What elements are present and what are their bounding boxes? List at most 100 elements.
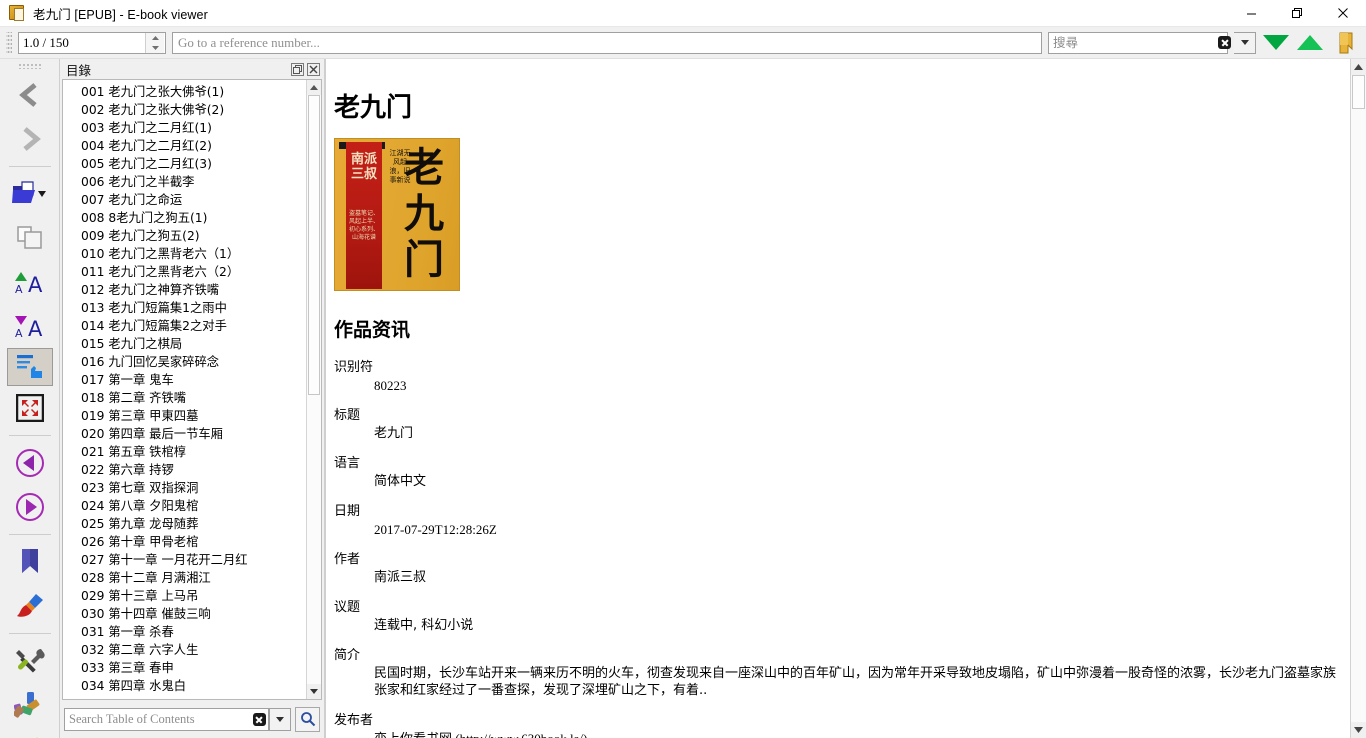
back-button[interactable] — [4, 73, 56, 117]
toc-item[interactable]: 021 第五章 铁棺椁 — [63, 443, 306, 461]
toc-search-field[interactable] — [64, 707, 269, 731]
decrease-font-button[interactable]: A A — [4, 304, 56, 348]
toc-item[interactable]: 001 老九门之张大佛爷(1) — [63, 83, 306, 101]
toc-item[interactable]: 030 第十四章 催鼓三响 — [63, 605, 306, 623]
previous-page-button[interactable] — [4, 441, 56, 485]
clear-icon[interactable] — [250, 709, 268, 729]
toc-item[interactable]: 028 第十二章 月满湘江 — [63, 569, 306, 587]
effects-button[interactable] — [4, 727, 56, 738]
minimize-button[interactable] — [1228, 0, 1274, 27]
toc-list[interactable]: 001 老九门之张大佛爷(1) 002 老九门之张大佛爷(2) 003 老九门之二月… — [63, 80, 306, 699]
book-content[interactable]: 老九门 南派三叔 盗墓笔记、风起上半、初心系列、山海花谱 江湖无风起浪，旧事新说… — [326, 59, 1350, 738]
toc-item[interactable]: 032 第二章 六字人生 — [63, 641, 306, 659]
restore-button[interactable] — [1274, 0, 1320, 27]
toc-item[interactable]: 014 老九门短篇集2之对手 — [63, 317, 306, 335]
rail-grip[interactable] — [17, 63, 42, 69]
toc-search-row — [60, 700, 324, 738]
toc-item[interactable]: 026 第十章 甲骨老棺 — [63, 533, 306, 551]
chevron-left-icon — [18, 83, 37, 107]
toc-scroll-up-button[interactable] — [307, 80, 321, 95]
toc-item[interactable]: 006 老九门之半截李 — [63, 173, 306, 191]
toc-item[interactable]: 016 九门回忆吴家碎碎念 — [63, 353, 306, 371]
copy-button[interactable] — [4, 216, 56, 260]
toc-item[interactable]: 009 老九门之狗五(2) — [63, 227, 306, 245]
search-field[interactable] — [1048, 31, 1231, 54]
metadata-label: 作者 — [334, 552, 361, 567]
toc-search-history-dropdown[interactable] — [269, 707, 291, 731]
toc-item[interactable]: 002 老九门之张大佛爷(2) — [63, 101, 306, 119]
reference-mode-button[interactable] — [6, 348, 53, 386]
toc-item[interactable]: 013 老九门短篇集1之雨中 — [63, 299, 306, 317]
find-previous-button[interactable] — [1296, 29, 1324, 57]
toc-item[interactable]: 019 第三章 甲東四墓 — [63, 407, 306, 425]
toc-item[interactable]: 031 第一章 杀春 — [63, 623, 306, 641]
open-folder-icon — [11, 181, 46, 203]
open-book-button[interactable] — [4, 172, 56, 216]
spin-up-button[interactable] — [146, 33, 164, 43]
content-scroll-track[interactable] — [1351, 75, 1366, 722]
bookmarks-button[interactable] — [4, 540, 56, 584]
metadata-label: 语言 — [334, 456, 361, 471]
search-history-dropdown[interactable] — [1234, 31, 1256, 54]
toc-item[interactable]: 010 老九门之黑背老六（1） — [63, 245, 306, 263]
toc-scroll-track[interactable] — [307, 95, 321, 684]
toc-item[interactable]: 017 第一章 鬼车 — [63, 371, 306, 389]
next-page-button[interactable] — [4, 485, 56, 529]
toc-item[interactable]: 005 老九门之二月红(3) — [63, 155, 306, 173]
increase-font-button[interactable]: A A — [4, 260, 56, 304]
toc-item[interactable]: 015 老九门之棋局 — [63, 335, 306, 353]
content-scrollbar[interactable] — [1350, 59, 1366, 738]
goto-reference-input[interactable] — [173, 32, 1041, 53]
window-title: 老九门 [EPUB] - E-book viewer — [33, 7, 208, 22]
forward-button[interactable] — [4, 117, 56, 161]
toc-item[interactable]: 033 第三章 春申 — [63, 659, 306, 677]
toc-item[interactable]: 003 老九门之二月红(1) — [63, 119, 306, 137]
toc-item[interactable]: 018 第二章 齐铁嘴 — [63, 389, 306, 407]
metadata-value: 恋上你看书网 (http://www.630book.la/) — [374, 730, 1336, 738]
goto-reference-field[interactable] — [172, 31, 1042, 54]
toc-item[interactable]: 029 第十三章 上马吊 — [63, 587, 306, 605]
content-scroll-thumb[interactable] — [1352, 75, 1365, 109]
toc-close-button[interactable] — [307, 62, 320, 76]
toc-item[interactable]: 007 老九门之命运 — [63, 191, 306, 209]
add-bookmark-button[interactable] — [1330, 29, 1360, 57]
toc-item[interactable]: 004 老九门之二月红(2) — [63, 137, 306, 155]
preferences-button[interactable] — [4, 639, 56, 683]
position-input[interactable] — [19, 32, 145, 53]
toc-scroll-down-button[interactable] — [307, 684, 321, 699]
toc-search-button[interactable] — [295, 706, 320, 732]
toc-scrollbar[interactable] — [306, 80, 321, 699]
metadata-label: 发布者 — [334, 713, 374, 728]
metadata-value: 民国时期，长沙车站开来一辆来历不明的火车，彻查发现来自一座深山中的百年矿山，因为… — [374, 666, 1337, 698]
toc-scroll-thumb[interactable] — [308, 95, 320, 395]
scroll-down-icon — [310, 689, 318, 694]
toc-item[interactable]: 022 第六章 持锣 — [63, 461, 306, 479]
copy-icon — [16, 226, 42, 249]
toc-float-button[interactable] — [291, 62, 304, 76]
position-spinbox[interactable] — [18, 31, 166, 54]
content-scroll-up-button[interactable] — [1351, 59, 1366, 75]
find-next-button[interactable] — [1262, 29, 1290, 57]
toc-search-input[interactable] — [65, 708, 250, 730]
search-icon — [300, 712, 315, 727]
metadata-value: 老九门 — [374, 426, 414, 441]
clear-icon[interactable] — [1218, 33, 1231, 53]
fullscreen-button[interactable] — [4, 386, 56, 430]
content-scroll-down-button[interactable] — [1351, 722, 1366, 738]
toc-item[interactable]: 024 第八章 夕阳鬼棺 — [63, 497, 306, 515]
colors-button[interactable] — [4, 683, 56, 727]
search-input[interactable] — [1049, 32, 1218, 53]
toc-item[interactable]: 020 第四章 最后一节车厢 — [63, 425, 306, 443]
toolbar-grip[interactable] — [6, 31, 12, 54]
toc-item[interactable]: 034 第四章 水鬼白 — [63, 677, 306, 695]
toc-item[interactable]: 008 8老九门之狗五(1) — [63, 209, 306, 227]
highlight-button[interactable] — [4, 584, 56, 628]
toc-item[interactable]: 027 第十一章 一月花开二月红 — [63, 551, 306, 569]
cover-subtext: 盗墓笔记、风起上半、初心系列、山海花谱 — [348, 210, 379, 241]
close-button[interactable] — [1320, 0, 1366, 27]
toc-item[interactable]: 023 第七章 双指探洞 — [63, 479, 306, 497]
toc-item[interactable]: 025 第九章 龙母随葬 — [63, 515, 306, 533]
spin-down-button[interactable] — [146, 43, 164, 53]
toc-item[interactable]: 012 老九门之神算齐铁嘴 — [63, 281, 306, 299]
toc-item[interactable]: 011 老九门之黑背老六（2） — [63, 263, 306, 281]
